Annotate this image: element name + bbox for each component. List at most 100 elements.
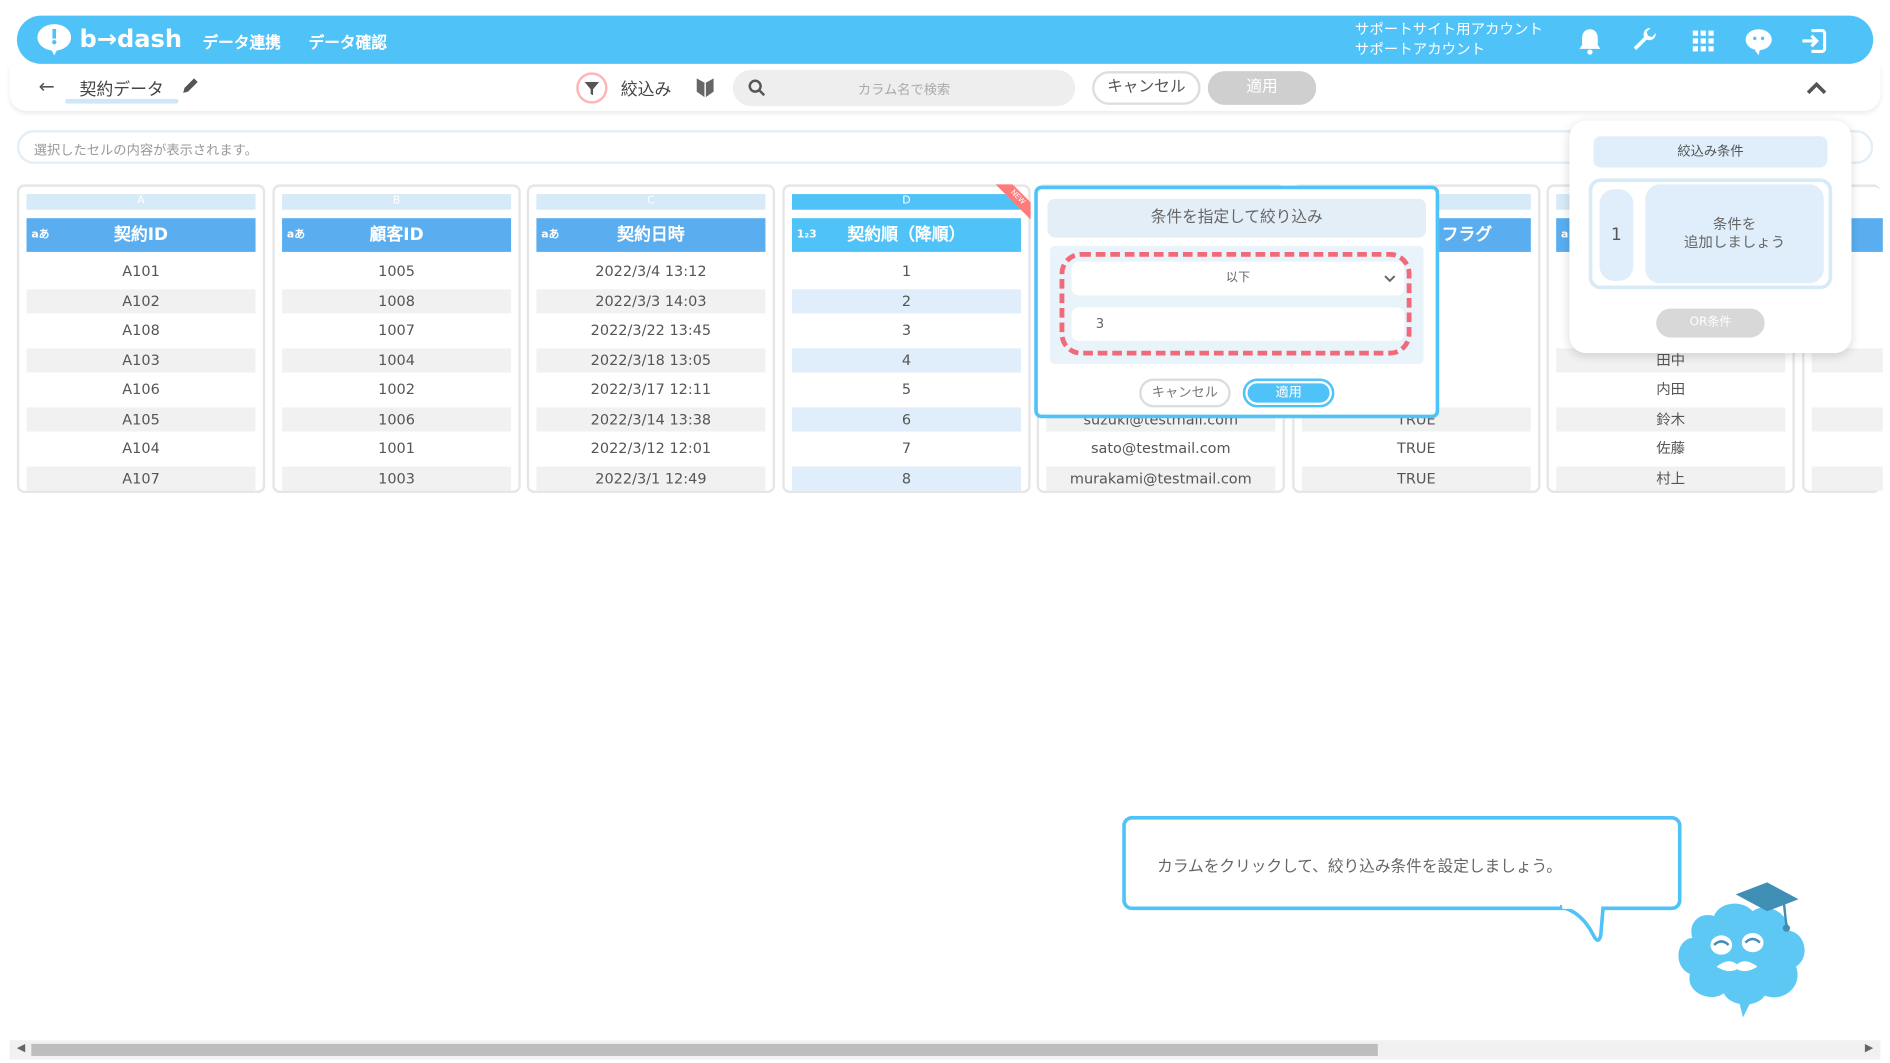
table-cell[interactable]: A107 [26,465,256,490]
or-condition-button[interactable]: OR条件 [1656,308,1765,338]
horizontal-scrollbar[interactable]: ◀ ▶ [9,1040,1881,1060]
account-info[interactable]: サポートサイト用アカウント サポートアカウント [1355,19,1543,60]
column-name: フラグ [1441,225,1493,245]
table-cell[interactable]: 2022/3/12 12:01 [536,436,765,460]
table-cell[interactable]: 6 [791,406,1021,431]
popup-apply-button[interactable]: 適用 [1242,378,1335,408]
chevron-up-icon[interactable] [1803,75,1830,102]
add-condition-button[interactable]: 条件を 追加しましょう [1645,184,1824,284]
table-cell[interactable]: A108 [27,318,256,342]
type-text-icon: aあ [286,229,306,242]
table-cell[interactable]: 3 [792,318,1021,342]
popup-cancel-button[interactable]: キャンセル [1139,378,1231,408]
table-cell[interactable]: 1 [792,259,1021,283]
nav-data-check[interactable]: データ確認 [309,30,387,53]
column-name: 契約順（降順） [847,225,966,245]
condition-index: 1 [1599,189,1634,281]
table-cell[interactable]: 1007 [282,318,511,342]
table-cell[interactable]: 5 [792,377,1021,401]
table-cell[interactable]: 2022/3/17 12:11 [536,377,765,401]
column-a[interactable]: A aあ 契約ID A101 A102 A108 A103 A106 A105 A… [16,184,266,494]
column-header[interactable]: aあ 契約ID [26,218,256,252]
logo-text: b→dash [79,24,183,54]
table-cell[interactable]: 1006 [282,406,512,431]
column-d[interactable]: D NEW 1₂3 契約順（降順） 1 2 3 4 5 6 7 8 [782,184,1031,494]
table-cell[interactable]: 2022/3/4 13:12 [536,259,765,283]
column-letter: A [26,194,256,210]
beginner-mark-icon[interactable] [694,76,716,100]
logout-icon[interactable] [1798,25,1829,56]
column-name: 契約ID [114,225,169,245]
filter-label: 絞込み [620,80,672,101]
table-cell[interactable]: 内田 [1556,377,1785,401]
table-cell[interactable]: 1003 [282,465,512,490]
table-cell[interactable]: A105 [26,406,256,431]
table-cell[interactable]: 2022/3/3 14:03 [536,288,766,313]
bell-icon[interactable] [1574,25,1605,56]
table-cell[interactable]: 2022/3/1 12:49 [536,465,766,490]
scroll-right-arrow-icon[interactable]: ▶ [1865,1043,1873,1055]
mascot-character-icon[interactable] [1668,878,1813,1020]
page-title[interactable]: 契約データ [80,77,164,101]
column-c[interactable]: C aあ 契約日時 2022/3/4 13:12 2022/3/3 14:03 2… [526,184,776,494]
column-header[interactable]: aあ 契約日時 [536,218,766,252]
table-cell[interactable]: 2 [791,288,1021,313]
table-cell[interactable]: A106 [27,377,256,401]
table-cell[interactable]: 鈴木 [1556,406,1786,431]
table-cell[interactable]: TRUE [1302,436,1531,460]
search-placeholder: カラム名で検索 [857,81,951,98]
apps-grid-icon[interactable] [1688,25,1719,56]
column-b[interactable]: B aあ 顧客ID 1005 1008 1007 1004 1002 1006 1… [272,184,521,494]
wrench-icon[interactable] [1630,25,1661,56]
new-badge: NEW [994,184,1031,221]
table-cell[interactable]: 2022/3/18 13:05 [536,347,766,372]
account-name-line2: サポートアカウント [1354,40,1486,58]
table-cell[interactable]: 2022/3/14 13:38 [536,406,766,431]
table-cell[interactable]: 4 [791,347,1021,372]
type-number-icon: 1₂3 [796,229,817,242]
column-name: 契約日時 [617,225,685,245]
filter-condition-popup: 条件を指定して絞り込み 以下 3 キャンセル 適用 [1034,185,1440,419]
toolbar-apply-button[interactable]: 適用 [1207,71,1317,105]
table-cell[interactable]: TRUE [1301,465,1531,490]
table-cell[interactable]: murakami@testmail.com [1046,465,1276,490]
support-chat-icon[interactable] [1743,25,1774,56]
scroll-left-arrow-icon[interactable]: ◀ [17,1043,25,1055]
scrollbar-thumb[interactable] [31,1043,1378,1056]
logo-icon [37,24,72,56]
table-cell[interactable]: A102 [26,288,256,313]
pencil-icon[interactable] [181,76,200,95]
filter-button[interactable] [576,72,608,104]
table-cell[interactable]: 村上 [1556,465,1786,490]
table-cell[interactable]: 1002 [282,377,511,401]
logo[interactable]: b→dash [36,22,182,56]
table-cell[interactable]: 2022/3/22 13:45 [536,318,765,342]
column-name: 顧客ID [369,225,424,245]
back-arrow-icon[interactable]: ← [39,75,55,98]
table-cell[interactable]: 8 [791,465,1021,490]
column-header[interactable]: aあ 顧客ID [282,218,512,252]
table-cell[interactable]: 1001 [282,436,511,460]
column-letter: B [282,194,512,210]
table-cell[interactable]: sato@testmail.com [1046,436,1275,460]
table-cell[interactable]: A103 [26,347,256,372]
table-cell[interactable]: 1008 [282,288,512,313]
table-cell[interactable]: 1005 [282,259,511,283]
nav-data-integration[interactable]: データ連携 [203,30,281,53]
type-text-icon: aあ [31,229,50,242]
top-bar: b→dash データ連携 データ確認 サポートサイト用アカウント サポートアカウ… [16,15,1874,64]
table-cell[interactable]: 佐藤 [1556,436,1785,460]
funnel-icon [584,81,600,96]
column-search-input[interactable]: カラム名で検索 [732,69,1076,107]
type-text-icon: aあ [541,229,560,242]
column-letter: D [791,194,1021,210]
highlight-dashed-outline [1059,251,1412,356]
title-underline [65,98,179,104]
toolbar-cancel-button[interactable]: キャンセル [1092,71,1201,105]
guide-speech-bubble: カラムをクリックして、絞り込み条件を設定しましょう。 [1122,816,1682,911]
table-cell[interactable]: A101 [27,259,256,283]
table-cell[interactable]: 7 [792,436,1021,460]
table-cell[interactable]: A104 [27,436,256,460]
column-header[interactable]: 1₂3 契約順（降順） [791,218,1021,252]
table-cell[interactable]: 1004 [282,347,512,372]
